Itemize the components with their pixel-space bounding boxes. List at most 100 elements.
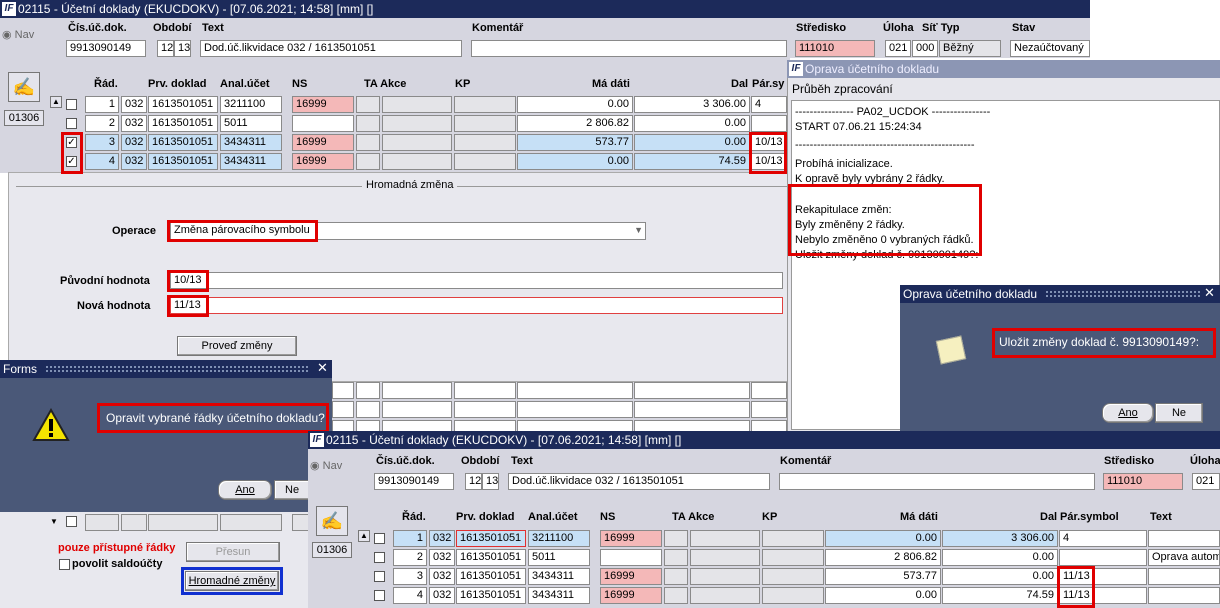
row-par[interactable]: 10/13 <box>751 134 787 151</box>
scroll-up-button[interactable]: ▲ <box>50 96 62 108</box>
empty-cell[interactable] <box>634 382 750 399</box>
obdobi-field-2[interactable]: 13 <box>174 40 191 57</box>
s-row-ma[interactable]: 0.00 <box>825 530 941 547</box>
s-row-kp[interactable] <box>762 568 824 585</box>
row-ma[interactable]: 0.00 <box>517 153 633 170</box>
row-kp[interactable] <box>454 153 516 170</box>
s-row-text[interactable] <box>1148 530 1220 547</box>
s-row-dal[interactable]: 74.59 <box>942 587 1058 604</box>
form-code-button[interactable]: 01306 <box>4 110 44 126</box>
empty-cell[interactable] <box>382 401 452 418</box>
row-kp[interactable] <box>454 134 516 151</box>
row-par[interactable]: 10/13 <box>751 153 787 170</box>
typ-field[interactable]: Běžný <box>939 40 1001 57</box>
forms-close-icon[interactable]: ✕ <box>317 360 1217 376</box>
empty-cell[interactable] <box>517 401 633 418</box>
empty-cell[interactable] <box>454 401 516 418</box>
stav-field[interactable]: Nezaúčtovaný <box>1010 40 1090 57</box>
edit-doc-button[interactable]: ✍ <box>8 72 40 102</box>
row-ma[interactable]: 0.00 <box>517 96 633 113</box>
s-row-c[interactable]: 032 <box>429 530 455 547</box>
s-row-c[interactable]: 032 <box>429 549 455 566</box>
puvodni-field[interactable]: 10/13 <box>170 272 783 289</box>
row-c[interactable]: 032 <box>121 115 147 132</box>
s-row-ma[interactable]: 2 806.82 <box>825 549 941 566</box>
empty-cell[interactable] <box>356 401 380 418</box>
row-dal[interactable]: 0.00 <box>634 115 750 132</box>
forms-ano-button[interactable]: Ano <box>218 480 272 500</box>
row-checkbox[interactable]: ✓ <box>66 137 77 148</box>
s-row-anal[interactable]: 5011 <box>528 549 590 566</box>
second-nav-radio[interactable]: ◉ Nav <box>310 459 342 472</box>
empty-cell[interactable] <box>634 401 750 418</box>
presun-button[interactable]: Přesun <box>186 542 280 562</box>
row-prv[interactable]: 1613501051 <box>148 134 218 151</box>
row-checkbox[interactable] <box>66 99 77 110</box>
s-row-akce[interactable] <box>690 549 760 566</box>
s-row-akce[interactable] <box>690 587 760 604</box>
s-text-field[interactable]: Dod.úč.likvidace 032 / 1613501051 <box>508 473 770 490</box>
s-stredisko-field[interactable]: 111010 <box>1103 473 1183 490</box>
s-row-checkbox[interactable] <box>374 571 385 582</box>
row-c[interactable]: 032 <box>121 153 147 170</box>
s-cis-field[interactable]: 9913090149 <box>374 473 454 490</box>
row-c[interactable]: 032 <box>121 134 147 151</box>
row-ns[interactable]: 16999 <box>292 134 354 151</box>
confirm-ne-button[interactable]: Ne <box>1155 403 1203 423</box>
second-code-button[interactable]: 01306 <box>312 542 352 558</box>
s-row-anal[interactable]: 3434311 <box>528 587 590 604</box>
s-row-checkbox[interactable] <box>374 552 385 563</box>
s-row-kp[interactable] <box>762 530 824 547</box>
row-akce[interactable] <box>382 115 452 132</box>
row-akce[interactable] <box>382 134 452 151</box>
row-prv[interactable]: 1613501051 <box>148 153 218 170</box>
nav-radio[interactable]: ◉ Nav <box>2 28 34 41</box>
s-row-ta[interactable] <box>664 587 688 604</box>
sit-field[interactable]: 000 <box>912 40 938 57</box>
s-row-par[interactable]: 11/13 <box>1059 587 1147 604</box>
row-anal[interactable]: 3211100 <box>220 96 282 113</box>
row-c[interactable]: 032 <box>121 96 147 113</box>
row-ns[interactable]: 16999 <box>292 96 354 113</box>
uloha-field[interactable]: 021 <box>885 40 911 57</box>
s-row-ns[interactable]: 16999 <box>600 587 662 604</box>
chevron-down-icon[interactable]: ▼ <box>634 223 643 238</box>
row-anal[interactable]: 5011 <box>220 115 282 132</box>
s-row-anal[interactable]: 3211100 <box>528 530 590 547</box>
row-ma[interactable]: 2 806.82 <box>517 115 633 132</box>
s-row-par[interactable]: 11/13 <box>1059 568 1147 585</box>
row-checkbox[interactable]: ✓ <box>66 156 77 167</box>
hromadne-zmeny-button[interactable]: Hromadné změny <box>185 571 279 591</box>
s-row-ns[interactable] <box>600 549 662 566</box>
cis-field[interactable]: 9913090149 <box>66 40 146 57</box>
s-row-dal[interactable]: 3 306.00 <box>942 530 1058 547</box>
s-row-ma[interactable]: 573.77 <box>825 568 941 585</box>
nova-field[interactable]: 11/13 <box>170 297 783 314</box>
empty-cell[interactable] <box>517 382 633 399</box>
s-row-text[interactable] <box>1148 568 1220 585</box>
row-akce[interactable] <box>382 153 452 170</box>
s-row-ma[interactable]: 0.00 <box>825 587 941 604</box>
row-ta[interactable] <box>356 115 380 132</box>
row-anal[interactable]: 3434311 <box>220 153 282 170</box>
row-checkbox[interactable] <box>66 118 77 129</box>
row-ma[interactable]: 573.77 <box>517 134 633 151</box>
row-dal[interactable]: 0.00 <box>634 134 750 151</box>
s-row-checkbox[interactable] <box>374 533 385 544</box>
text-field[interactable]: Dod.úč.likvidace 032 / 1613501051 <box>200 40 462 57</box>
row-ns[interactable] <box>292 115 354 132</box>
s-row-ta[interactable] <box>664 549 688 566</box>
confirm-ano-button[interactable]: Ano <box>1102 403 1154 423</box>
s-row-akce[interactable] <box>690 530 760 547</box>
bl-row-checkbox[interactable] <box>66 516 77 527</box>
empty-cell[interactable] <box>751 401 787 418</box>
s-row-c[interactable]: 032 <box>429 568 455 585</box>
s-row-kp[interactable] <box>762 549 824 566</box>
empty-cell[interactable] <box>382 382 452 399</box>
s-row-par[interactable]: 4 <box>1059 530 1147 547</box>
row-kp[interactable] <box>454 96 516 113</box>
empty-cell[interactable] <box>356 382 380 399</box>
povolit-checkbox[interactable] <box>59 559 70 570</box>
row-ns[interactable]: 16999 <box>292 153 354 170</box>
s-row-prv[interactable]: 1613501051 <box>456 587 526 604</box>
